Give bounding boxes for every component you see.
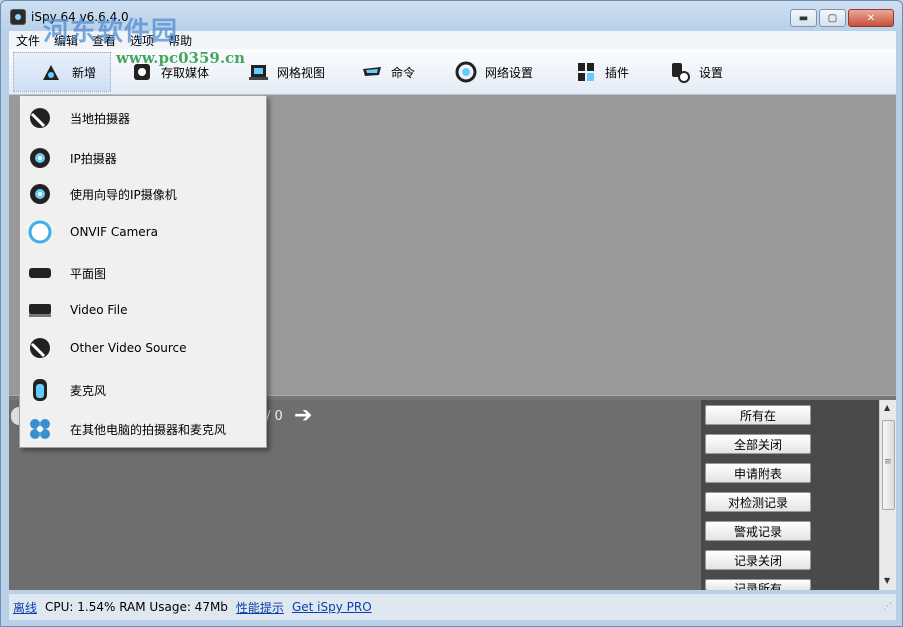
app-icon xyxy=(10,9,26,25)
record-all-button[interactable]: 记录所有 xyxy=(705,579,811,590)
close-button[interactable]: ✕ xyxy=(848,9,894,27)
video-file-icon xyxy=(29,304,51,317)
maximize-button[interactable]: ▢ xyxy=(819,9,846,27)
network-icon xyxy=(455,61,477,83)
dropdown-item-microphone[interactable]: 麦克风 xyxy=(20,373,266,407)
toolbar-add-button[interactable]: 新增 xyxy=(13,52,111,92)
dropdown-item-video-file[interactable]: Video File xyxy=(20,293,266,327)
window-controls: ▬ ▢ ✕ xyxy=(790,9,894,27)
toolbar-grid-button[interactable]: 网格视图 xyxy=(247,58,325,86)
remote-icon xyxy=(30,419,50,439)
main-window: iSpy 64 v6.6.4.0 ▬ ▢ ✕ 文件 编辑 查看 选项 帮助 新增… xyxy=(0,0,903,627)
vertical-scrollbar[interactable]: ▲ ≡ ▼ xyxy=(879,400,896,590)
scroll-thumb-grip-icon: ≡ xyxy=(884,457,892,467)
dropdown-item-local-camera[interactable]: 当地拍摄器 xyxy=(20,101,266,135)
toolbar-settings-label: 设置 xyxy=(699,65,724,80)
dropdown-item-onvif[interactable]: ONVIF Camera xyxy=(20,215,266,249)
performance-tips-link[interactable]: 性能提示 xyxy=(236,599,284,616)
toolbar-settings-button[interactable]: 设置 xyxy=(669,58,723,86)
dropdown-label: Other Video Source xyxy=(70,341,187,355)
status-bar: 离线 CPU: 1.54% RAM Usage: 47Mb 性能提示 Get i… xyxy=(9,594,896,620)
watermark: 河东软件园 xyxy=(43,17,179,47)
dropdown-label: 使用向导的IP摄像机 xyxy=(70,187,177,202)
dropdown-item-remote[interactable]: 在其他电脑的拍摄器和麦克风 xyxy=(20,412,266,446)
scroll-thumb[interactable]: ≡ xyxy=(882,420,895,510)
toolbar-plugin-button[interactable]: 插件 xyxy=(575,58,629,86)
page-counter: / 0 xyxy=(266,409,283,424)
dropdown-label: 麦克风 xyxy=(70,383,107,398)
floorplan-icon xyxy=(29,268,51,278)
toolbar-grid-label: 网格视图 xyxy=(277,65,326,80)
resize-grip-icon[interactable]: ⋰ xyxy=(883,602,892,612)
local-camera-icon xyxy=(30,108,50,128)
command-icon xyxy=(363,67,381,76)
ip-camera-icon xyxy=(30,148,50,168)
record-on-detect-button[interactable]: 对检测记录 xyxy=(705,492,811,512)
dropdown-item-other-source[interactable]: Other Video Source xyxy=(20,331,266,365)
toolbar-network-button[interactable]: 网络设置 xyxy=(455,58,533,86)
apply-schedule-button[interactable]: 申请附表 xyxy=(705,463,811,483)
alert-record-button[interactable]: 警戒记录 xyxy=(705,521,811,541)
next-page-arrow-icon[interactable]: ➔ xyxy=(294,403,312,428)
add-camera-icon xyxy=(43,65,59,80)
get-pro-link[interactable]: Get iSpy PRO xyxy=(292,600,372,614)
other-source-icon xyxy=(30,338,50,358)
toolbar-command-button[interactable]: 命令 xyxy=(361,58,415,86)
ip-wizard-icon xyxy=(30,184,50,204)
watermark-url: www.pc0359.cn xyxy=(116,49,246,67)
toolbar-network-label: 网络设置 xyxy=(485,65,534,80)
dropdown-label: Video File xyxy=(70,303,128,317)
microphone-icon xyxy=(33,379,47,401)
dropdown-item-ip-camera[interactable]: IP拍摄器 xyxy=(20,141,266,175)
add-dropdown-menu: 当地拍摄器 IP拍摄器 使用向导的IP摄像机 ONVIF Camera 平面图 … xyxy=(19,95,267,448)
resource-usage: CPU: 1.54% RAM Usage: 47Mb xyxy=(45,600,228,614)
action-panel: 所有在 全部关闭 申请附表 对检测记录 警戒记录 记录关闭 记录所有 xyxy=(701,400,879,590)
record-off-button[interactable]: 记录关闭 xyxy=(705,550,811,570)
offline-link[interactable]: 离线 xyxy=(13,599,37,616)
dropdown-label: ONVIF Camera xyxy=(70,225,158,239)
switch-all-off-button[interactable]: 全部关闭 xyxy=(705,434,811,454)
dropdown-label: 当地拍摄器 xyxy=(70,111,131,126)
dropdown-item-floorplan[interactable]: 平面图 xyxy=(20,256,266,290)
menu-file[interactable]: 文件 xyxy=(9,31,47,49)
toolbar-command-label: 命令 xyxy=(391,65,416,80)
scroll-up-arrow-icon[interactable]: ▲ xyxy=(884,403,890,412)
dropdown-item-ip-wizard[interactable]: 使用向导的IP摄像机 xyxy=(20,177,266,211)
toolbar-add-label: 新增 xyxy=(72,65,97,80)
settings-icon xyxy=(672,63,690,83)
dropdown-label: 平面图 xyxy=(70,266,107,281)
minimize-button[interactable]: ▬ xyxy=(790,9,817,27)
dropdown-label: 在其他电脑的拍摄器和麦克风 xyxy=(70,422,227,437)
onvif-icon xyxy=(28,220,52,244)
grid-view-icon xyxy=(249,65,268,80)
scroll-down-arrow-icon[interactable]: ▼ xyxy=(884,576,890,585)
switch-all-on-button[interactable]: 所有在 xyxy=(705,405,811,425)
plugin-icon xyxy=(578,63,594,81)
toolbar-plugin-label: 插件 xyxy=(605,65,630,80)
dropdown-label: IP拍摄器 xyxy=(70,151,117,166)
